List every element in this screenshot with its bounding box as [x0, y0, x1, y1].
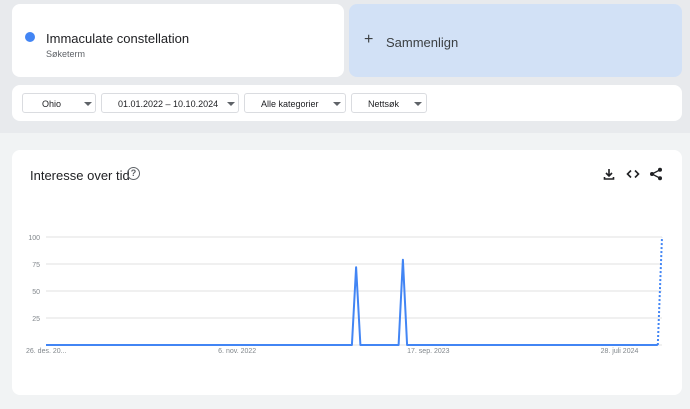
chevron-down-icon: [333, 102, 341, 106]
search-term-title[interactable]: Immaculate constellation: [46, 31, 189, 46]
search-term-subtitle: Søketerm: [46, 49, 86, 59]
filter-bar: Ohio 01.01.2022 – 10.10.2024 Alle katego…: [12, 85, 682, 121]
y-tick-label: 50: [32, 289, 40, 296]
compare-label: Sammenlign: [386, 35, 459, 50]
region-dropdown[interactable]: Ohio: [22, 93, 96, 113]
y-tick-label: 75: [32, 262, 40, 269]
region-label: Ohio: [42, 99, 62, 109]
date-range-dropdown[interactable]: 01.01.2022 – 10.10.2024: [101, 93, 239, 113]
compare-button[interactable]: + Sammenlign: [349, 4, 682, 77]
x-tick-label: 6. nov. 2022: [218, 348, 256, 355]
x-tick-label: 26. des. 20...: [26, 348, 67, 355]
chevron-down-icon: [227, 102, 235, 106]
date-range-label: 01.01.2022 – 10.10.2024: [118, 99, 219, 109]
chevron-down-icon: [84, 102, 92, 106]
y-tick-label: 100: [28, 235, 40, 242]
search-type-dropdown[interactable]: Nettsøk: [351, 93, 427, 113]
interest-over-time-panel: Interesse over tid ? 25 50 75 100 26. des. 2…: [12, 150, 682, 395]
search-type-label: Nettsøk: [368, 99, 400, 109]
search-term-card[interactable]: Immaculate constellation Søketerm: [12, 4, 344, 77]
category-dropdown[interactable]: Alle kategorier: [244, 93, 346, 113]
line-chart: 25 50 75 100 26. des. 20... 6. nov. 2022 17. s…: [26, 235, 663, 355]
x-tick-label: 17. sep. 2023: [407, 348, 450, 355]
plus-icon: +: [364, 31, 374, 48]
series-line: [46, 258, 658, 346]
chevron-down-icon: [414, 102, 422, 106]
x-tick-label: 28. juli 2024: [601, 348, 639, 355]
y-tick-label: 25: [32, 316, 40, 323]
category-label: Alle kategorier: [261, 99, 319, 109]
series-color-dot: [25, 32, 35, 42]
